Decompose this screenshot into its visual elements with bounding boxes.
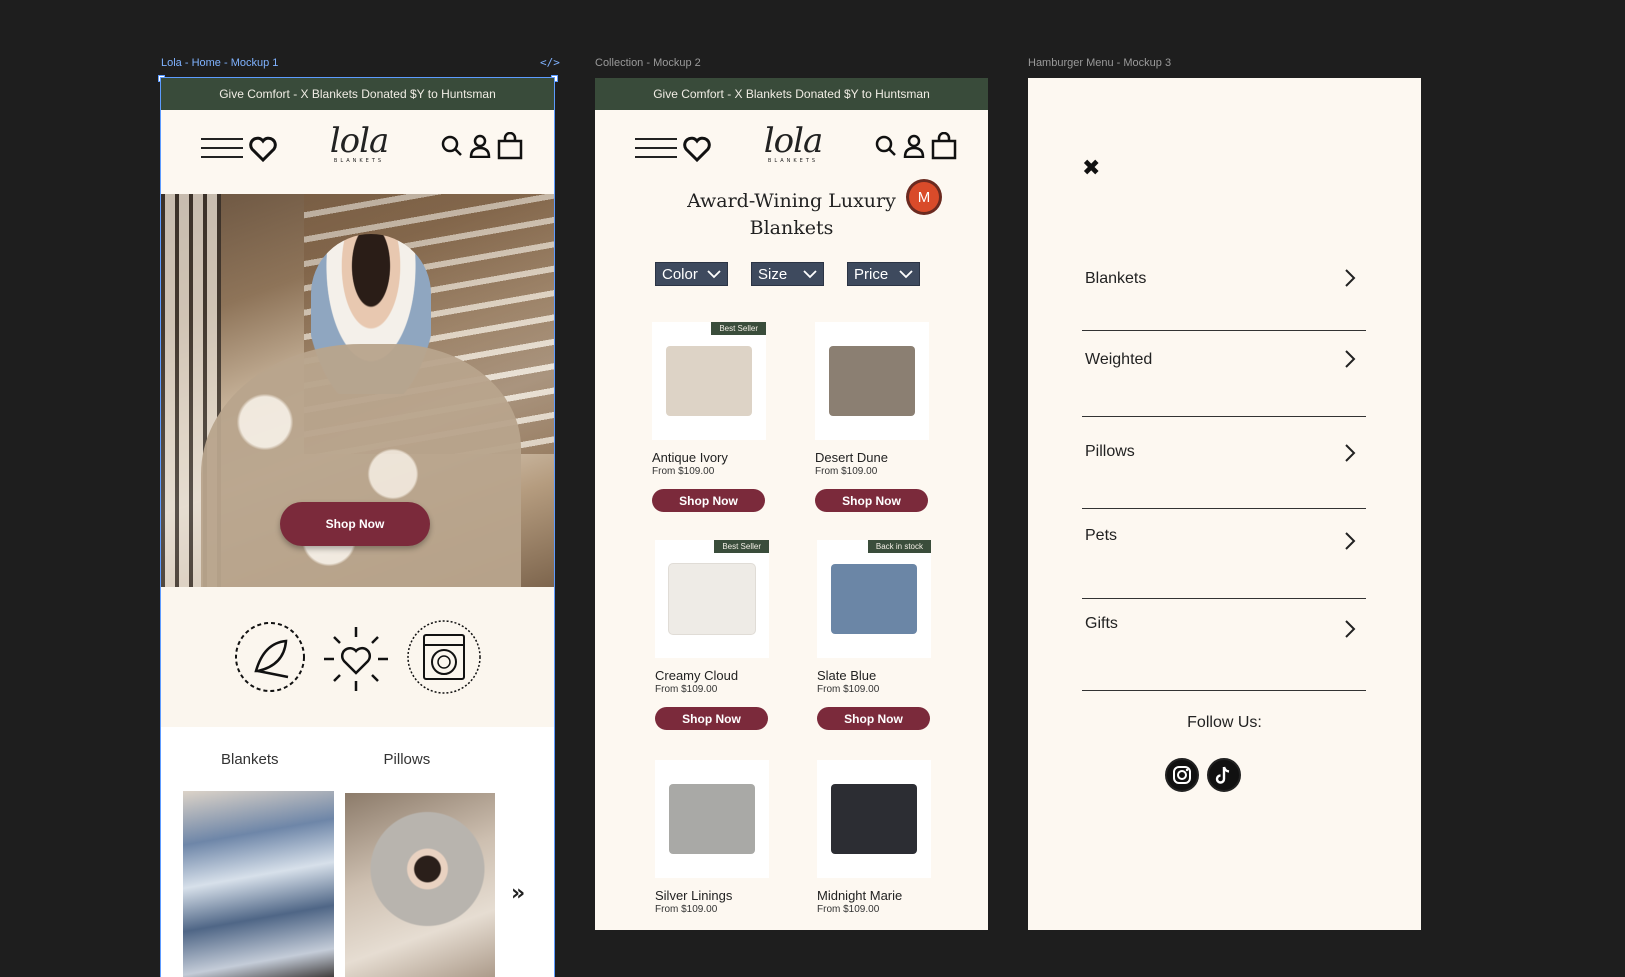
- chevron-right-icon: [1345, 444, 1356, 462]
- product-image[interactable]: [817, 760, 931, 878]
- shop-now-button[interactable]: Shop Now: [655, 707, 768, 730]
- shop-now-button[interactable]: Shop Now: [815, 489, 928, 512]
- heart-sun-icon: [323, 627, 388, 691]
- promo-text: Give Comfort - X Blankets Donated $Y to …: [653, 87, 930, 101]
- close-icon[interactable]: ✖: [1082, 156, 1100, 181]
- back-in-stock-badge: Back in stock: [867, 540, 931, 553]
- account-icon[interactable]: [903, 134, 925, 158]
- hero-shop-now-button[interactable]: Shop Now: [280, 502, 430, 546]
- menu-item-pillows[interactable]: Pillows: [1082, 417, 1366, 509]
- hero-image: Shop Now: [161, 194, 554, 587]
- nav-menu: Blankets Weighted Pillows Pets Gifts: [1082, 248, 1366, 691]
- chevron-down-icon: [707, 269, 721, 278]
- tiktok-icon[interactable]: [1207, 758, 1241, 792]
- instagram-icon[interactable]: [1165, 758, 1199, 792]
- product-price: From $109.00: [655, 684, 718, 695]
- product-card[interactable]: Desert Dune From $109.00 Shop Now: [815, 322, 933, 512]
- best-seller-badge: Best Seller: [714, 540, 769, 553]
- promo-banner: Give Comfort - X Blankets Donated $Y to …: [161, 78, 554, 110]
- lola-logo[interactable]: lola BLANKETS: [760, 122, 826, 164]
- product-image[interactable]: [655, 760, 769, 878]
- menu-item-gifts[interactable]: Gifts: [1082, 599, 1366, 691]
- menu-item-weighted[interactable]: Weighted: [1082, 331, 1366, 417]
- product-name[interactable]: Antique Ivory: [652, 450, 770, 465]
- product-image[interactable]: Best Seller: [652, 322, 766, 440]
- product-name[interactable]: Slate Blue: [817, 668, 935, 683]
- product-name[interactable]: Midnight Marie: [817, 888, 935, 903]
- logo-sub: BLANKETS: [333, 158, 385, 164]
- chevron-right-icon: [1345, 532, 1356, 550]
- price-filter-dropdown[interactable]: Price: [847, 262, 920, 286]
- product-card[interactable]: Back in stock Slate Blue From $109.00 Sh…: [817, 540, 935, 730]
- frame-label-menu: Hamburger Menu - Mockup 3: [1028, 57, 1172, 69]
- menu-frame: ✖ Blankets Weighted Pillows Pets Gifts F…: [1028, 78, 1421, 930]
- page-title-line2: Blankets: [749, 217, 834, 239]
- frame-label-collection: Collection - Mockup 2: [595, 57, 701, 69]
- code-icon[interactable]: </>: [540, 56, 560, 69]
- product-price: From $109.00: [817, 684, 880, 695]
- heart-icon[interactable]: [683, 136, 711, 162]
- pillows-category-image[interactable]: [345, 793, 495, 977]
- promo-banner: Give Comfort - X Blankets Donated $Y to …: [595, 78, 988, 110]
- menu-item-pets[interactable]: Pets: [1082, 509, 1366, 599]
- hamburger-icon[interactable]: [201, 138, 243, 160]
- site-header: lola BLANKETS: [595, 110, 988, 194]
- follow-us-label: Follow Us:: [1187, 714, 1262, 731]
- logo-script: lola: [329, 121, 390, 161]
- product-card[interactable]: Midnight Marie From $109.00: [817, 760, 935, 915]
- category-tab-blankets[interactable]: Blankets: [221, 751, 279, 768]
- category-tab-pillows[interactable]: Pillows: [384, 751, 431, 768]
- product-card[interactable]: Best Seller Antique Ivory From $109.00 S…: [652, 322, 770, 512]
- account-icon[interactable]: [469, 134, 491, 158]
- product-image[interactable]: Back in stock: [817, 540, 931, 658]
- bag-icon[interactable]: [931, 132, 957, 160]
- product-price: From $109.00: [655, 904, 718, 915]
- logo-script: lola: [763, 121, 824, 161]
- avatar[interactable]: M: [909, 182, 939, 212]
- hamburger-icon[interactable]: [635, 138, 677, 160]
- social-links: [1165, 758, 1241, 792]
- bag-icon[interactable]: [497, 132, 523, 160]
- home-frame: Give Comfort - X Blankets Donated $Y to …: [160, 77, 555, 977]
- blankets-category-image[interactable]: [183, 791, 334, 977]
- site-header: lola BLANKETS: [161, 110, 554, 194]
- category-tabs: Blankets Pillows: [161, 727, 554, 791]
- product-price: From $109.00: [817, 904, 880, 915]
- filter-bar: Color Size Price: [595, 262, 988, 286]
- collection-frame: Give Comfort - X Blankets Donated $Y to …: [595, 78, 988, 930]
- washing-machine-icon: [406, 620, 481, 694]
- logo-sub: BLANKETS: [767, 158, 819, 164]
- category-carousel: »: [161, 791, 554, 977]
- product-image[interactable]: [815, 322, 929, 440]
- product-image[interactable]: Best Seller: [655, 540, 769, 658]
- frame-label-home: Lola - Home - Mockup 1: [161, 57, 279, 69]
- feather-icon: [234, 622, 305, 692]
- chevron-right-icon: [1345, 269, 1356, 287]
- product-name[interactable]: Desert Dune: [815, 450, 933, 465]
- search-icon[interactable]: [441, 135, 463, 157]
- best-seller-badge: Best Seller: [711, 322, 766, 335]
- product-price: From $109.00: [652, 466, 715, 477]
- menu-item-blankets[interactable]: Blankets: [1082, 248, 1366, 331]
- chevron-right-icon: [1345, 620, 1356, 638]
- size-filter-dropdown[interactable]: Size: [751, 262, 824, 286]
- product-name[interactable]: Silver Linings: [655, 888, 773, 903]
- feature-icons: [161, 587, 554, 727]
- shop-now-button[interactable]: Shop Now: [652, 489, 765, 512]
- promo-text: Give Comfort - X Blankets Donated $Y to …: [219, 87, 496, 101]
- product-price: From $109.00: [815, 466, 878, 477]
- color-filter-dropdown[interactable]: Color: [655, 262, 728, 286]
- chevron-double-right-icon[interactable]: »: [511, 881, 525, 906]
- product-name[interactable]: Creamy Cloud: [655, 668, 773, 683]
- lola-logo[interactable]: lola BLANKETS: [326, 122, 392, 164]
- product-card[interactable]: Best Seller Creamy Cloud From $109.00 Sh…: [655, 540, 773, 730]
- search-icon[interactable]: [875, 135, 897, 157]
- shop-now-button[interactable]: Shop Now: [817, 707, 930, 730]
- heart-icon[interactable]: [249, 136, 277, 162]
- chevron-down-icon: [899, 269, 913, 278]
- chevron-right-icon: [1345, 350, 1356, 368]
- chevron-down-icon: [803, 269, 817, 278]
- product-card[interactable]: Silver Linings From $109.00: [655, 760, 773, 915]
